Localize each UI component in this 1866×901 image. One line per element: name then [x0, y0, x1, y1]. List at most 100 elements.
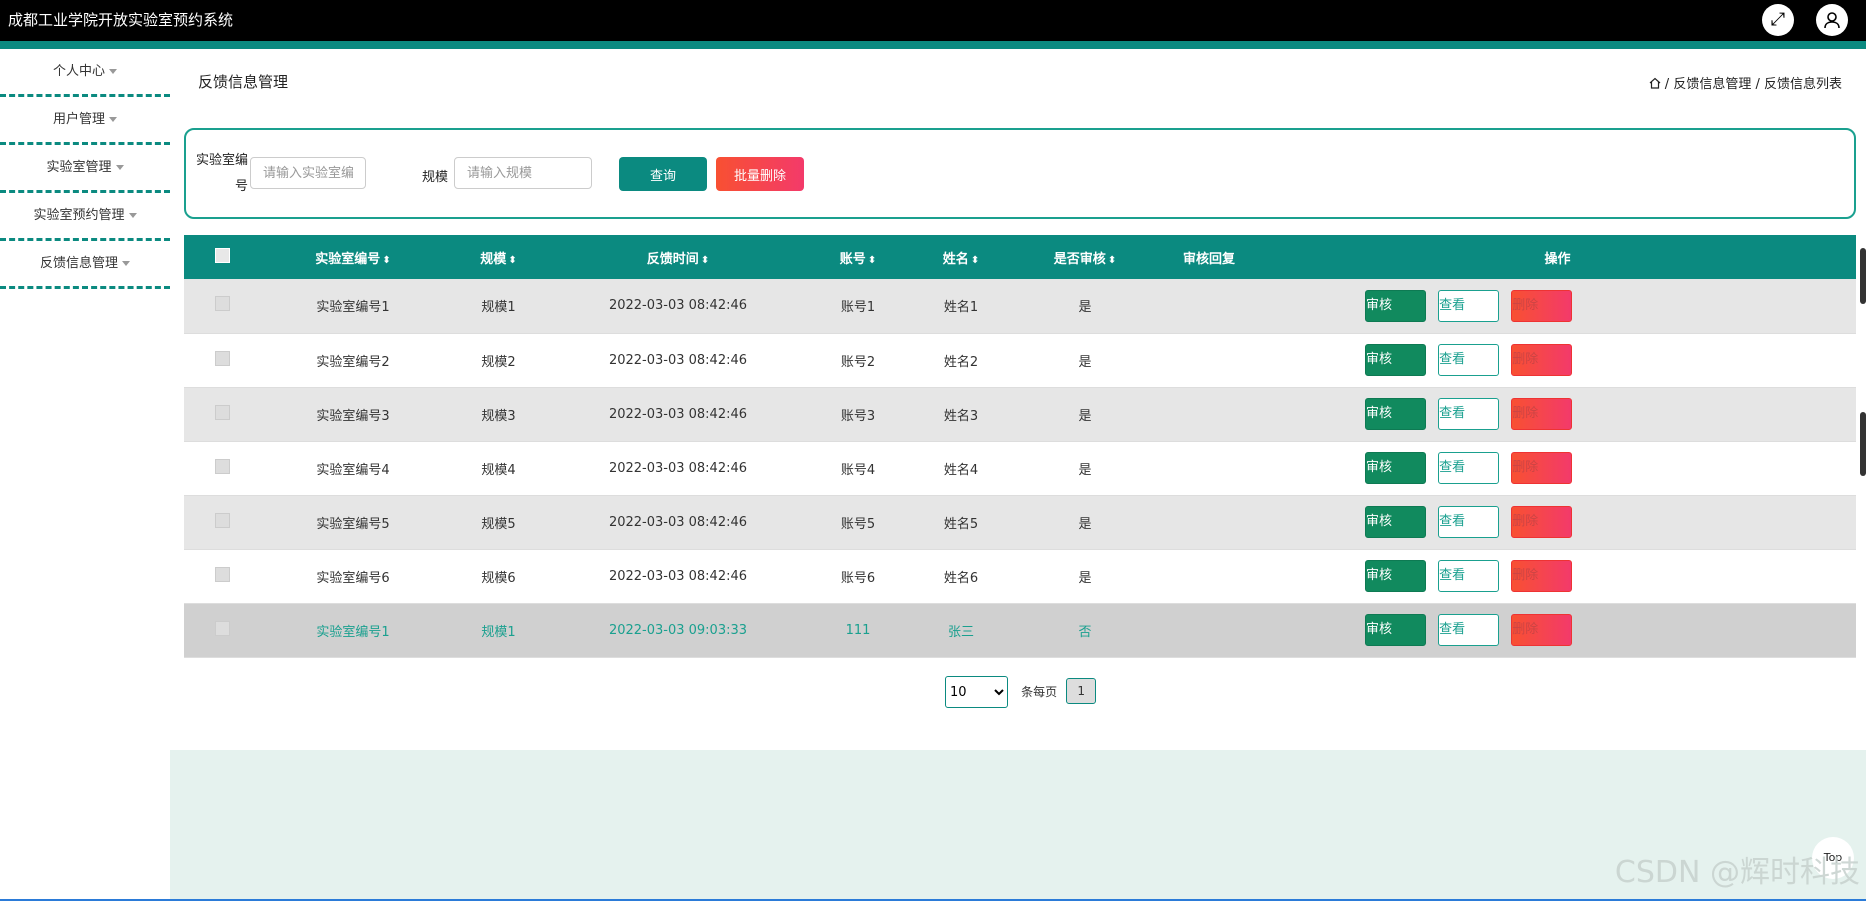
- user-icon[interactable]: [1816, 4, 1848, 36]
- row-checkbox[interactable]: [214, 296, 230, 312]
- scrollbar-thumb[interactable]: [1860, 248, 1866, 304]
- sidebar: 个人中心 用户管理 实验室管理 实验室预约管理 反馈信息管理: [0, 49, 170, 289]
- batch-delete-button[interactable]: 批量删除: [716, 157, 804, 191]
- chevron-down-icon: [122, 261, 130, 266]
- cell-account: 账号5: [805, 495, 911, 550]
- cell-lab-number: 实验室编号4: [260, 441, 446, 496]
- cell-audited: 否: [1011, 603, 1159, 658]
- view-button[interactable]: 查看: [1438, 614, 1500, 646]
- audit-button[interactable]: 审核: [1365, 506, 1426, 538]
- sidebar-item-label: 实验室管理: [46, 160, 112, 175]
- cell-scale: 规模3: [446, 387, 551, 442]
- table-row: 实验室编号2 规模2 2022-03-03 08:42:46 账号2 姓名2 是 审核 查…: [184, 333, 1856, 388]
- col-account[interactable]: 账号 ⬍: [805, 235, 911, 279]
- audit-button[interactable]: 审核: [1365, 614, 1426, 646]
- sidebar-item-lab-management[interactable]: 实验室管理: [0, 145, 170, 193]
- delete-button[interactable]: 删除: [1511, 614, 1573, 646]
- breadcrumb-level1[interactable]: 反馈信息管理: [1673, 77, 1751, 92]
- cell-name: 姓名6: [911, 549, 1011, 604]
- header-label: 反馈时间: [646, 251, 699, 267]
- audit-button[interactable]: 审核: [1365, 344, 1426, 376]
- select-all-checkbox[interactable]: [214, 247, 230, 263]
- sort-icon: ⬍: [1107, 254, 1117, 266]
- delete-button[interactable]: 删除: [1511, 506, 1573, 538]
- cell-lab-number: 实验室编号2: [260, 333, 446, 388]
- lab-label-line2: 号: [234, 179, 248, 194]
- cell-account: 账号1: [805, 279, 911, 334]
- lab-number-label: 实验室编 号: [192, 148, 248, 200]
- cell-lab-number: 实验室编号1: [260, 279, 446, 334]
- header-label: 实验室编号: [315, 251, 381, 267]
- cell-audited: 是: [1011, 333, 1159, 388]
- cell-actions: 审核 查看 删除: [1259, 387, 1856, 442]
- audit-button[interactable]: 审核: [1365, 452, 1426, 484]
- sidebar-item-personal-center[interactable]: 个人中心: [0, 49, 170, 97]
- cell-scale: 规模6: [446, 549, 551, 604]
- delete-button[interactable]: 删除: [1511, 560, 1573, 592]
- scrollbar-thumb[interactable]: [1860, 412, 1866, 476]
- cell-account: 账号3: [805, 387, 911, 442]
- view-button[interactable]: 查看: [1438, 289, 1500, 322]
- row-checkbox[interactable]: [214, 458, 230, 474]
- col-lab-number[interactable]: 实验室编号 ⬍: [260, 235, 446, 279]
- header-label: 姓名: [942, 251, 969, 267]
- cell-audited: 是: [1011, 495, 1159, 550]
- cell-reply: [1159, 333, 1259, 388]
- sidebar-item-lab-booking[interactable]: 实验室预约管理: [0, 193, 170, 241]
- chevron-down-icon: [109, 69, 117, 74]
- expand-icon[interactable]: ⤢: [1762, 4, 1794, 36]
- row-checkbox[interactable]: [214, 566, 230, 582]
- cell-account: 账号4: [805, 441, 911, 496]
- delete-button[interactable]: 删除: [1511, 344, 1573, 376]
- feedback-table: 实验室编号 ⬍ 规模 ⬍ 反馈时间 ⬍ 账号 ⬍ 姓名 ⬍ 是否审核 ⬍ 审核回复 操作 实…: [184, 235, 1856, 658]
- view-button[interactable]: 查看: [1438, 398, 1500, 430]
- table-row: 实验室编号5 规模5 2022-03-03 08:42:46 账号5 姓名5 是 审核 查…: [184, 495, 1856, 550]
- view-button[interactable]: 查看: [1438, 344, 1500, 376]
- sidebar-item-user-management[interactable]: 用户管理: [0, 97, 170, 145]
- audit-button[interactable]: 审核: [1365, 289, 1426, 322]
- sidebar-item-feedback[interactable]: 反馈信息管理: [0, 241, 170, 289]
- view-button[interactable]: 查看: [1438, 506, 1500, 538]
- page-title: 反馈信息管理: [198, 73, 289, 91]
- scale-input[interactable]: [454, 157, 592, 189]
- query-button[interactable]: 查询: [619, 157, 707, 191]
- cell-scale: 规模2: [446, 333, 551, 388]
- col-audited[interactable]: 是否审核 ⬍: [1011, 235, 1159, 279]
- cell-actions: 审核 查看 删除: [1259, 603, 1856, 658]
- cell-actions: 审核 查看 删除: [1259, 549, 1856, 604]
- col-actions: 操作: [1259, 235, 1856, 279]
- row-checkbox[interactable]: [214, 512, 230, 528]
- cell-audited: 是: [1011, 549, 1159, 604]
- cell-feedback-time: 2022-03-03 08:42:46: [551, 279, 805, 334]
- delete-button[interactable]: 删除: [1511, 289, 1573, 322]
- scale-label: 规模: [422, 170, 449, 185]
- cell-lab-number: 实验室编号3: [260, 387, 446, 442]
- delete-button[interactable]: 删除: [1511, 452, 1573, 484]
- cell-lab-number: 实验室编号1: [260, 603, 446, 658]
- lab-number-input[interactable]: [250, 157, 366, 189]
- cell-feedback-time: 2022-03-03 08:42:46: [551, 387, 805, 442]
- home-icon[interactable]: [1649, 77, 1661, 89]
- view-button[interactable]: 查看: [1438, 452, 1500, 484]
- header-label: 是否审核: [1053, 251, 1106, 267]
- cell-actions: 审核 查看 删除: [1259, 279, 1856, 334]
- page-number-button[interactable]: 1: [1066, 678, 1097, 704]
- row-checkbox[interactable]: [214, 620, 230, 636]
- row-checkbox[interactable]: [214, 350, 230, 366]
- footer-band: Top CSDN @辉时科技: [170, 750, 1866, 901]
- cell-reply: [1159, 549, 1259, 604]
- view-button[interactable]: 查看: [1438, 560, 1500, 592]
- col-name[interactable]: 姓名 ⬍: [911, 235, 1011, 279]
- col-scale[interactable]: 规模 ⬍: [446, 235, 551, 279]
- cell-feedback-time: 2022-03-03 08:42:46: [551, 441, 805, 496]
- col-feedback-time[interactable]: 反馈时间 ⬍: [551, 235, 805, 279]
- top-bar: 成都工业学院开放实验室预约系统 ⤢: [0, 0, 1866, 41]
- page-size-select[interactable]: 10: [945, 676, 1008, 708]
- row-checkbox[interactable]: [214, 404, 230, 420]
- cell-scale: 规模5: [446, 495, 551, 550]
- audit-button[interactable]: 审核: [1365, 398, 1426, 430]
- delete-button[interactable]: 删除: [1511, 398, 1573, 430]
- audit-button[interactable]: 审核: [1365, 560, 1426, 592]
- cell-name: 姓名2: [911, 333, 1011, 388]
- table-row: 实验室编号1 规模1 2022-03-03 09:03:33 111 张三否 审核 查看…: [184, 603, 1856, 658]
